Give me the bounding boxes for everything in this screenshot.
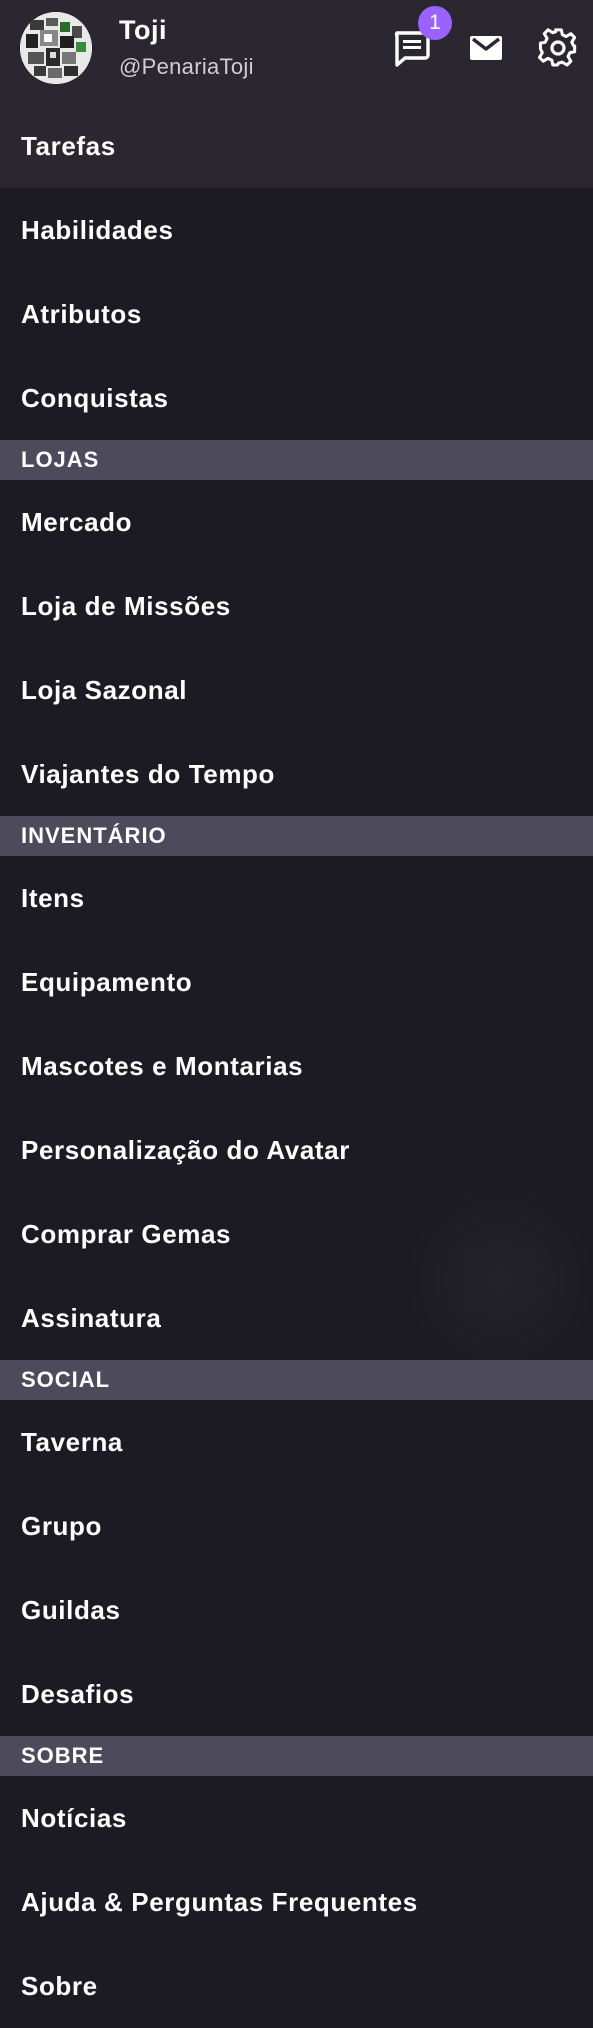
menu-item-grupo[interactable]: Grupo [0,1484,593,1568]
menu-item-taverna[interactable]: Taverna [0,1400,593,1484]
drawer-header: Toji @PenariaToji 1 [0,0,593,104]
username: Toji [119,15,167,45]
menu-item-itens[interactable]: Itens [0,856,593,940]
menu-item-ajuda[interactable]: Ajuda & Perguntas Frequentes [0,1860,593,1944]
gear-icon[interactable] [537,28,578,68]
menu-item-habilidades[interactable]: Habilidades [0,188,593,272]
notification-badge: 1 [418,6,452,40]
menu-item-loja-sazonal[interactable]: Loja Sazonal [0,648,593,732]
menu-item-gemas[interactable]: Comprar Gemas [0,1192,593,1276]
menu-item-assinatura[interactable]: Assinatura [0,1276,593,1360]
avatar[interactable] [20,12,92,84]
menu-item-equipamento[interactable]: Equipamento [0,940,593,1024]
menu-item-atributos[interactable]: Atributos [0,272,593,356]
user-handle: @PenariaToji [119,54,254,79]
menu-item-guildas[interactable]: Guildas [0,1568,593,1652]
section-header-sobre: SOBRE [0,1736,593,1776]
menu-item-loja-missoes[interactable]: Loja de Missões [0,564,593,648]
menu-item-sobre[interactable]: Sobre [0,1944,593,2028]
section-header-inventario: INVENTÁRIO [0,816,593,856]
section-header-social: SOCIAL [0,1360,593,1400]
menu-item-conquistas[interactable]: Conquistas [0,356,593,440]
menu-item-mercado[interactable]: Mercado [0,480,593,564]
menu-item-personalizacao[interactable]: Personalização do Avatar [0,1108,593,1192]
menu-item-tarefas[interactable]: Tarefas [0,104,593,188]
menu-item-mascotes[interactable]: Mascotes e Montarias [0,1024,593,1108]
menu-item-viajantes[interactable]: Viajantes do Tempo [0,732,593,816]
menu-item-noticias[interactable]: Notícias [0,1776,593,1860]
avatar-image [20,12,92,84]
section-header-lojas: LOJAS [0,440,593,480]
mail-icon[interactable] [466,28,506,68]
menu-item-desafios[interactable]: Desafios [0,1652,593,1736]
navigation-menu: Tarefas Habilidades Atributos Conquistas… [0,104,593,2028]
